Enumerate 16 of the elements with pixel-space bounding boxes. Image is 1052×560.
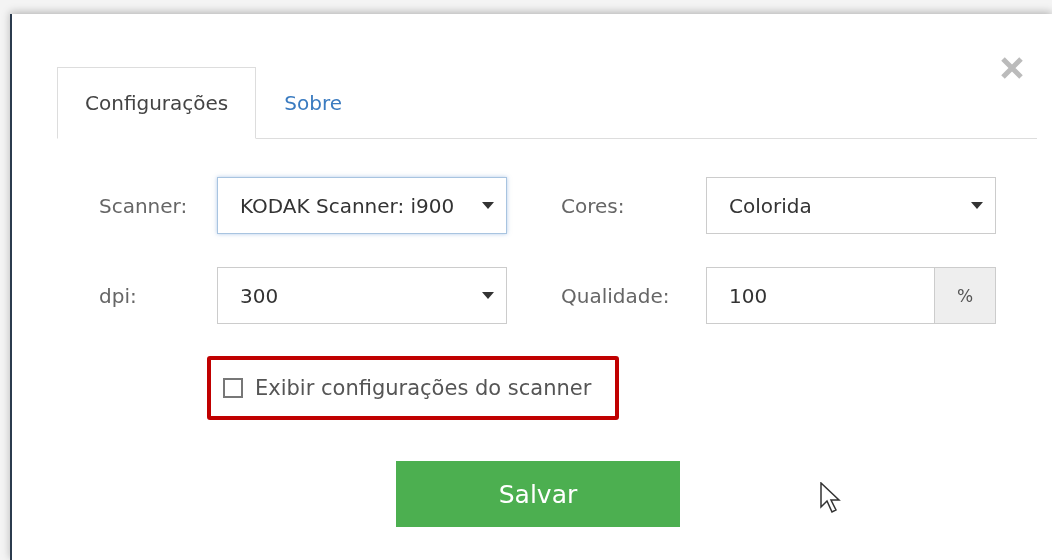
select-field[interactable]: KODAK Scanner: i900	[217, 177, 507, 234]
cursor-icon	[820, 482, 842, 514]
field-label: dpi:	[99, 283, 138, 308]
field-label: Qualidade:	[561, 283, 671, 308]
checkbox[interactable]	[223, 378, 243, 398]
caret-icon	[482, 202, 494, 209]
select-field[interactable]: 300	[217, 267, 507, 324]
caret-icon	[482, 292, 494, 299]
caret-icon	[971, 202, 983, 209]
select-field[interactable]: Colorida	[706, 177, 996, 234]
tab[interactable]: Configurações	[57, 67, 257, 139]
unit-addon: %	[934, 268, 995, 323]
field-label: Scanner:	[99, 193, 189, 218]
checkbox-label: Exibir configurações do scanner	[255, 376, 592, 400]
input-field[interactable]: 100 %	[706, 267, 996, 324]
field-label: Cores:	[561, 193, 626, 218]
